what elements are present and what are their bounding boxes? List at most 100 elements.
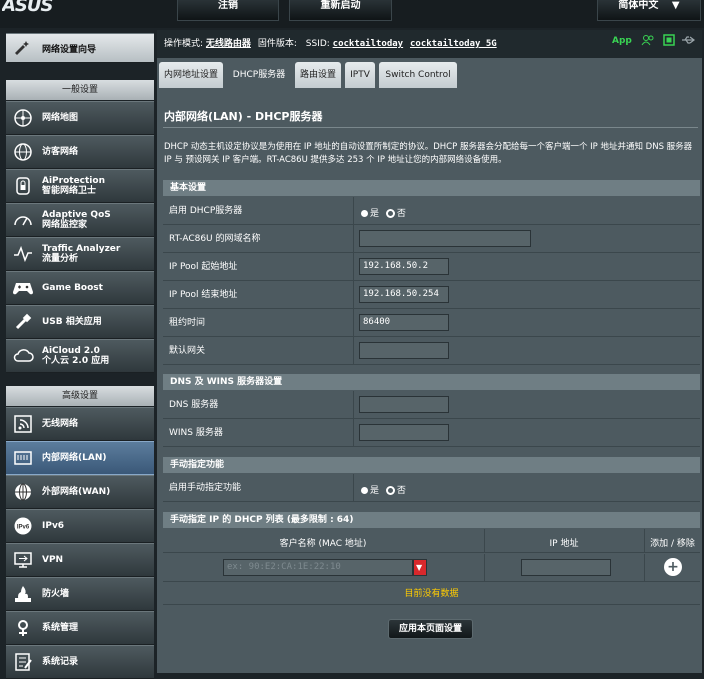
manual-enable-label: 启用手动指定功能 [169, 483, 242, 493]
logout-button[interactable]: 注销 [177, 0, 279, 21]
sidebar-item-text: 防火墙 [42, 589, 69, 599]
reboot-button[interactable]: 重新启动 [289, 0, 392, 21]
tab-switch-control[interactable]: Switch Control [379, 62, 457, 88]
sidebar-item-system-log[interactable]: 系统记录 [6, 645, 154, 679]
sidebar-item-text: 访客网络 [42, 147, 78, 157]
manual-assignment-title: 手动指定功能 [163, 457, 700, 473]
sidebar-item-sublabel: 网络监控家 [42, 220, 88, 230]
manual-no-label: 否 [396, 486, 406, 496]
page-title: 内部网络(LAN) - DHCP服务器 [164, 110, 323, 123]
dhcp-no-label: 否 [396, 209, 406, 219]
pool-end-label: IP Pool 结束地址 [169, 290, 238, 300]
sidebar-item-aiprotection[interactable]: AiProtection 智能网络卫士 [6, 169, 154, 203]
adaptive-qos-icon [12, 209, 34, 231]
wireless-icon [12, 413, 34, 435]
svg-text:IPv6: IPv6 [17, 525, 30, 531]
wan-icon [12, 481, 34, 503]
col-client-header: 客户名称 (MAC 地址) [279, 539, 367, 549]
network-map-icon [12, 107, 34, 129]
lease-time-input[interactable]: 86400 [359, 314, 449, 331]
sidebar-item-firewall[interactable]: 防火墙 [6, 577, 154, 611]
manual-no-radio[interactable] [385, 486, 395, 495]
tab-iptv[interactable]: IPTV [345, 62, 375, 88]
usb-device-icon[interactable] [681, 34, 695, 49]
ip-address-input[interactable] [521, 559, 611, 576]
app-link[interactable]: App [612, 36, 632, 46]
sidebar-item-label: AiCloud 2.0 [42, 346, 100, 356]
sidebar-item-wan[interactable]: 外部网络(WAN) [6, 475, 154, 509]
ssid-2g-link[interactable]: cocktailtoday [333, 39, 403, 49]
sidebar-item-label: 网络地图 [42, 113, 79, 123]
wins-row: WINS 服务器 [163, 419, 700, 447]
game-boost-icon [12, 277, 34, 299]
asus-logo[interactable]: ASUS [2, 0, 62, 14]
ssid-5g-link[interactable]: cocktailtoday_5G [410, 39, 497, 49]
tab-lan-ip[interactable]: 内网地址设置 [159, 62, 223, 88]
setup-wizard-button[interactable]: 网络设置向导 [6, 33, 154, 63]
usb-status-icon[interactable] [663, 34, 675, 49]
sidebar-item-text: AiCloud 2.0 个人云 2.0 应用 [42, 346, 109, 366]
gateway-label: 默认网关 [169, 346, 206, 356]
sidebar-item-text: 网络地图 [42, 113, 78, 123]
sidebar-item-sublabel: 流量分析 [42, 254, 79, 264]
sidebar-item-label: 系统管理 [42, 623, 79, 633]
wizard-icon [12, 37, 34, 59]
sidebar-item-vpn[interactable]: VPN [6, 543, 154, 577]
dhcp-yes-radio[interactable] [361, 210, 368, 217]
dns-wins-title: DNS 及 WINS 服务器设置 [163, 374, 700, 390]
op-mode-link[interactable]: 无线路由器 [206, 39, 251, 49]
sidebar-item-administration[interactable]: 系统管理 [6, 611, 154, 645]
general-settings-header: 一般设置 [6, 80, 154, 100]
enable-dhcp-label: 启用 DHCP服务器 [169, 206, 243, 216]
gateway-row: 默认网关 [163, 337, 700, 365]
sidebar-item-wireless[interactable]: 无线网络 [6, 407, 154, 441]
domain-row: RT-AC86U 的网域名称 [163, 225, 700, 253]
usb-icon [12, 311, 34, 333]
pool-end-input[interactable]: 192.168.50.254 [359, 286, 449, 303]
advanced-settings-header: 高级设置 [6, 386, 154, 406]
sidebar-item-aicloud[interactable]: AiCloud 2.0 个人云 2.0 应用 [6, 339, 154, 373]
sidebar-item-adaptive-qos[interactable]: Adaptive QoS 网络监控家 [6, 203, 154, 237]
domain-name-input[interactable] [359, 230, 531, 247]
mac-placeholder: ex: 90:E2:CA:1E:22:10 [227, 562, 341, 572]
dns-row: DNS 服务器 [163, 391, 700, 419]
pool-start-input[interactable]: 192.168.50.2 [359, 258, 449, 275]
sidebar-item-text: 无线网络 [42, 419, 78, 429]
col-action-header: 添加 / 移除 [650, 539, 695, 549]
manual-yes-label: 是 [370, 486, 380, 496]
sidebar-item-lan[interactable]: 内部网络(LAN) [6, 441, 154, 475]
sidebar-item-game-boost[interactable]: Game Boost [6, 271, 154, 305]
sidebar-item-guest-network[interactable]: 访客网络 [6, 135, 154, 169]
wins-server-input[interactable] [359, 424, 449, 441]
tab-route[interactable]: 路由设置 [295, 62, 341, 88]
dns-server-input[interactable] [359, 396, 449, 413]
gateway-input[interactable] [359, 342, 449, 359]
plus-icon: + [667, 559, 679, 575]
dhcp-no-radio[interactable] [385, 209, 395, 218]
sidebar-item-label: AiProtection [42, 176, 105, 186]
manual-enable-row: 启用手动指定功能 是 否 [163, 474, 700, 502]
sidebar-item-traffic-analyzer[interactable]: Traffic Analyzer 流量分析 [6, 237, 154, 271]
sidebar-item-usb[interactable]: USB 相关应用 [6, 305, 154, 339]
lease-label: 租约时间 [169, 318, 206, 328]
sidebar-item-network-map[interactable]: 网络地图 [6, 101, 154, 135]
sidebar-item-label: IPv6 [42, 521, 65, 531]
manual-list-header: 客户名称 (MAC 地址) IP 地址 添加 / 移除 [163, 529, 700, 553]
language-select[interactable]: 简体中文 ▼ [597, 0, 701, 21]
sidebar-item-ipv6[interactable]: IPv6 IPv6 [6, 509, 154, 543]
lan-icon [12, 447, 34, 469]
enable-dhcp-row: 启用 DHCP服务器 是 否 [163, 197, 700, 225]
sidebar-item-text: Game Boost [42, 283, 103, 293]
clients-icon[interactable] [641, 34, 655, 49]
mac-address-input[interactable]: ex: 90:E2:CA:1E:22:10 [223, 559, 413, 576]
empty-list-message: 目前没有数据 [163, 583, 700, 605]
sidebar-item-label: USB 相关应用 [42, 317, 102, 327]
chevron-down-icon: ▼ [416, 563, 423, 572]
add-entry-button[interactable]: + [664, 558, 682, 576]
sidebar-item-text: USB 相关应用 [42, 317, 102, 327]
tab-dhcp-server[interactable]: DHCP服务器 [227, 62, 291, 88]
pool-start-label: IP Pool 起始地址 [169, 262, 238, 272]
manual-yes-radio[interactable] [361, 487, 368, 494]
apply-button[interactable]: 应用本页面设置 [388, 619, 473, 639]
client-dropdown-button[interactable]: ▼ [413, 559, 427, 576]
